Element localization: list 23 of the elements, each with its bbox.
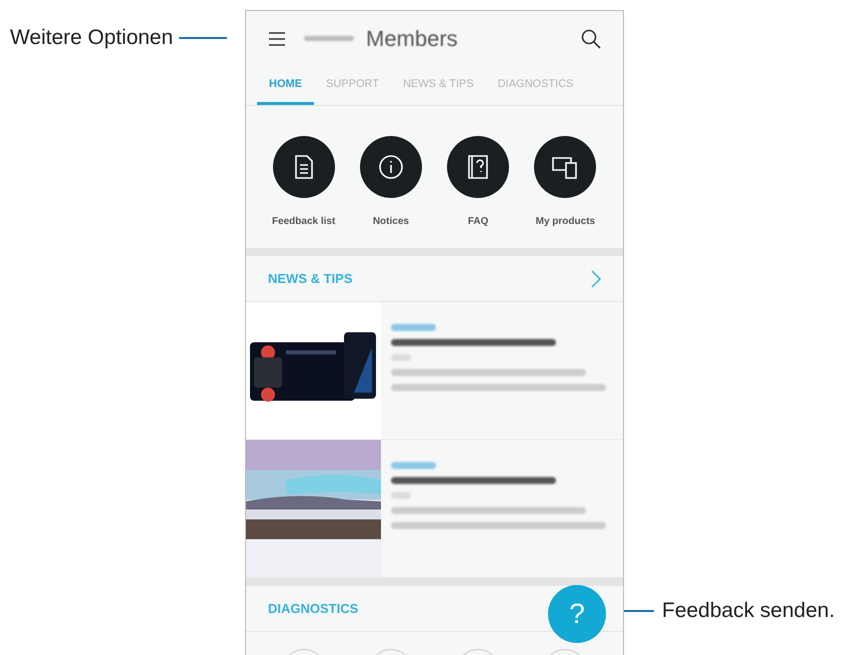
question-book-icon [467,154,490,180]
app-title: Members [366,25,458,53]
article-card[interactable] [246,440,623,578]
info-icon [378,154,404,180]
devices-icon [551,155,580,179]
shortcut-label: My products [536,215,596,229]
section-title: NEWS & TIPS [268,270,353,288]
shortcut-label: Feedback list [272,215,336,229]
section-title: DIAGNOSTICS [268,600,358,618]
brand-mark [304,36,354,41]
leader-line [179,36,228,39]
shortcut-label: Notices [372,215,409,229]
document-icon [292,155,315,179]
tab[interactable]: SUPPORT [314,66,391,105]
menu-icon[interactable] [268,30,286,46]
article-card[interactable] [246,302,623,440]
shortcut-label: FAQ [468,215,488,229]
tab[interactable]: NEWS & TIPS [390,66,486,105]
tab[interactable]: DIAGNOSTICS [486,66,586,105]
callout-label: Weitere Optionen [10,25,174,51]
callout-label: Feedback senden. [662,598,835,624]
search-icon[interactable] [581,28,601,48]
tab[interactable]: HOME [257,66,314,105]
